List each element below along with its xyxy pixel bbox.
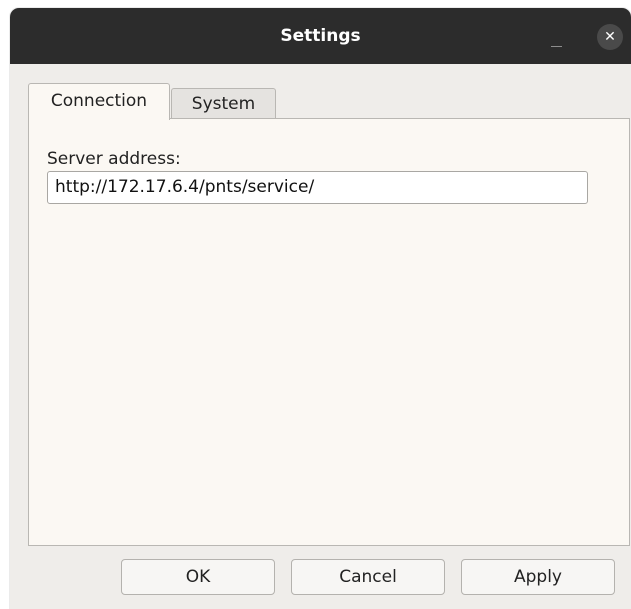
cancel-button[interactable]: Cancel: [291, 559, 445, 595]
connection-panel: Server address: http://172.17.6.4/pnts/s…: [28, 118, 630, 546]
apply-button[interactable]: Apply: [461, 559, 615, 595]
tab-connection[interactable]: Connection: [28, 83, 170, 120]
close-button[interactable]: ✕: [597, 24, 623, 50]
tab-system[interactable]: System: [171, 88, 276, 119]
minimize-button[interactable]: [551, 46, 562, 47]
server-address-input[interactable]: http://172.17.6.4/pnts/service/: [47, 171, 588, 204]
ok-button[interactable]: OK: [121, 559, 275, 595]
close-icon: ✕: [604, 29, 616, 45]
window-title: Settings: [280, 26, 361, 46]
server-address-label: Server address:: [47, 149, 181, 169]
title-bar[interactable]: Settings ✕: [10, 8, 631, 64]
settings-dialog: Settings ✕ Connection System Server addr…: [10, 8, 631, 609]
